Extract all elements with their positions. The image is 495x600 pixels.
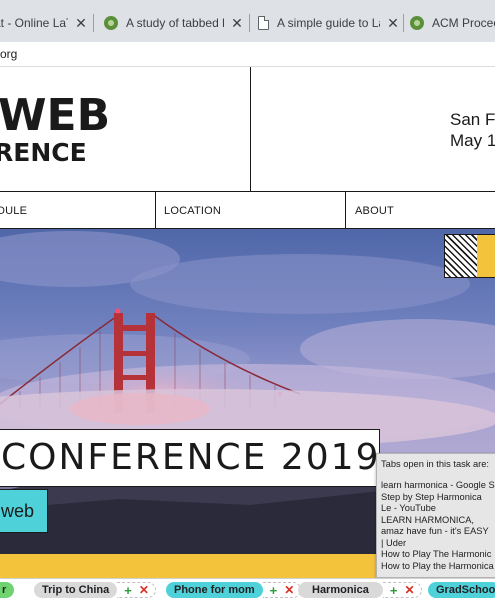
tab-title: at - Online LaT <box>0 16 68 30</box>
site-header: WEB RENCE San Fra May 13- <box>0 67 495 192</box>
browser-tab-2[interactable]: A study of tabbed bro ✕ <box>104 8 244 38</box>
tooltip-tab-item: How to Play The Harmonic <box>381 549 492 559</box>
browser-tab-4[interactable]: ACM Proceedings <box>410 8 495 38</box>
overleaf-leaf-icon <box>410 16 424 30</box>
hero-title: CONFERENCE 2019 <box>0 429 380 487</box>
event-location: San Fra <box>450 110 495 129</box>
tab-title: ACM Proceedings <box>432 16 495 30</box>
task-item[interactable]: r <box>0 582 15 598</box>
hero-web-button[interactable]: web <box>0 489 48 533</box>
task-label[interactable]: Trip to China <box>34 582 118 598</box>
task-item[interactable]: GradSchool <box>428 582 495 598</box>
tooltip-heading: Tabs open in this task are: <box>381 459 490 469</box>
tab-title: A study of tabbed bro <box>126 16 224 30</box>
task-tabs-tooltip: Tabs open in this task are: learn harmon… <box>376 453 495 578</box>
add-icon[interactable]: + <box>270 583 278 598</box>
tab-title: A simple guide to LaT <box>277 16 380 30</box>
url-text[interactable]: org <box>0 47 17 61</box>
browser-tab-strip: at - Online LaT ✕ A study of tabbed bro … <box>0 0 495 42</box>
tooltip-tab-item: LEARN HARMONICA, amaz have fun - it's EA… <box>381 514 489 548</box>
event-info: San Fra May 13- <box>430 109 495 151</box>
hatched-decoration <box>444 234 478 278</box>
add-icon[interactable]: + <box>124 583 132 598</box>
task-label[interactable]: GradSchool <box>428 582 495 598</box>
site-logo-line1[interactable]: WEB <box>0 94 110 138</box>
task-item[interactable]: Harmonica + ✕ <box>298 582 422 598</box>
close-icon[interactable]: ✕ <box>139 583 149 597</box>
browser-tab-3[interactable]: A simple guide to LaT ✕ <box>258 8 400 38</box>
task-label[interactable]: Harmonica <box>298 582 383 598</box>
task-item[interactable]: Trip to China + ✕ <box>34 582 156 598</box>
address-bar[interactable]: org <box>0 42 495 67</box>
tooltip-tab-item: learn harmonica - Google S <box>381 480 495 490</box>
event-dates: May 13- <box>450 131 495 150</box>
add-icon[interactable]: + <box>390 583 398 598</box>
close-icon[interactable]: ✕ <box>386 15 400 32</box>
browser-tab-1[interactable]: at - Online LaT ✕ <box>0 8 88 38</box>
close-icon[interactable]: ✕ <box>404 583 414 597</box>
nav-item-schedule[interactable]: DULE <box>0 192 147 229</box>
site-logo-line2[interactable]: RENCE <box>0 140 87 166</box>
overleaf-leaf-icon <box>104 16 118 30</box>
nav-item-location[interactable]: LOCATION <box>164 192 344 229</box>
document-icon <box>258 16 269 30</box>
task-bar: r Trip to China + ✕ Phone for mom + ✕ Ha… <box>0 578 495 600</box>
site-nav: DULE LOCATION ABOUT <box>0 192 495 229</box>
tooltip-tab-item: How to Play the Harmonica <box>381 560 494 571</box>
close-icon[interactable]: ✕ <box>284 583 294 597</box>
tooltip-tab-item: Step by Step Harmonica Le - YouTube <box>381 491 482 514</box>
yellow-decoration <box>477 234 495 278</box>
close-icon[interactable]: ✕ <box>230 15 244 32</box>
close-icon[interactable]: ✕ <box>74 15 88 32</box>
task-label[interactable]: r <box>0 582 15 598</box>
task-item[interactable]: Phone for mom + ✕ <box>166 582 302 598</box>
nav-item-about[interactable]: ABOUT <box>355 192 495 229</box>
task-label[interactable]: Phone for mom <box>166 582 263 598</box>
